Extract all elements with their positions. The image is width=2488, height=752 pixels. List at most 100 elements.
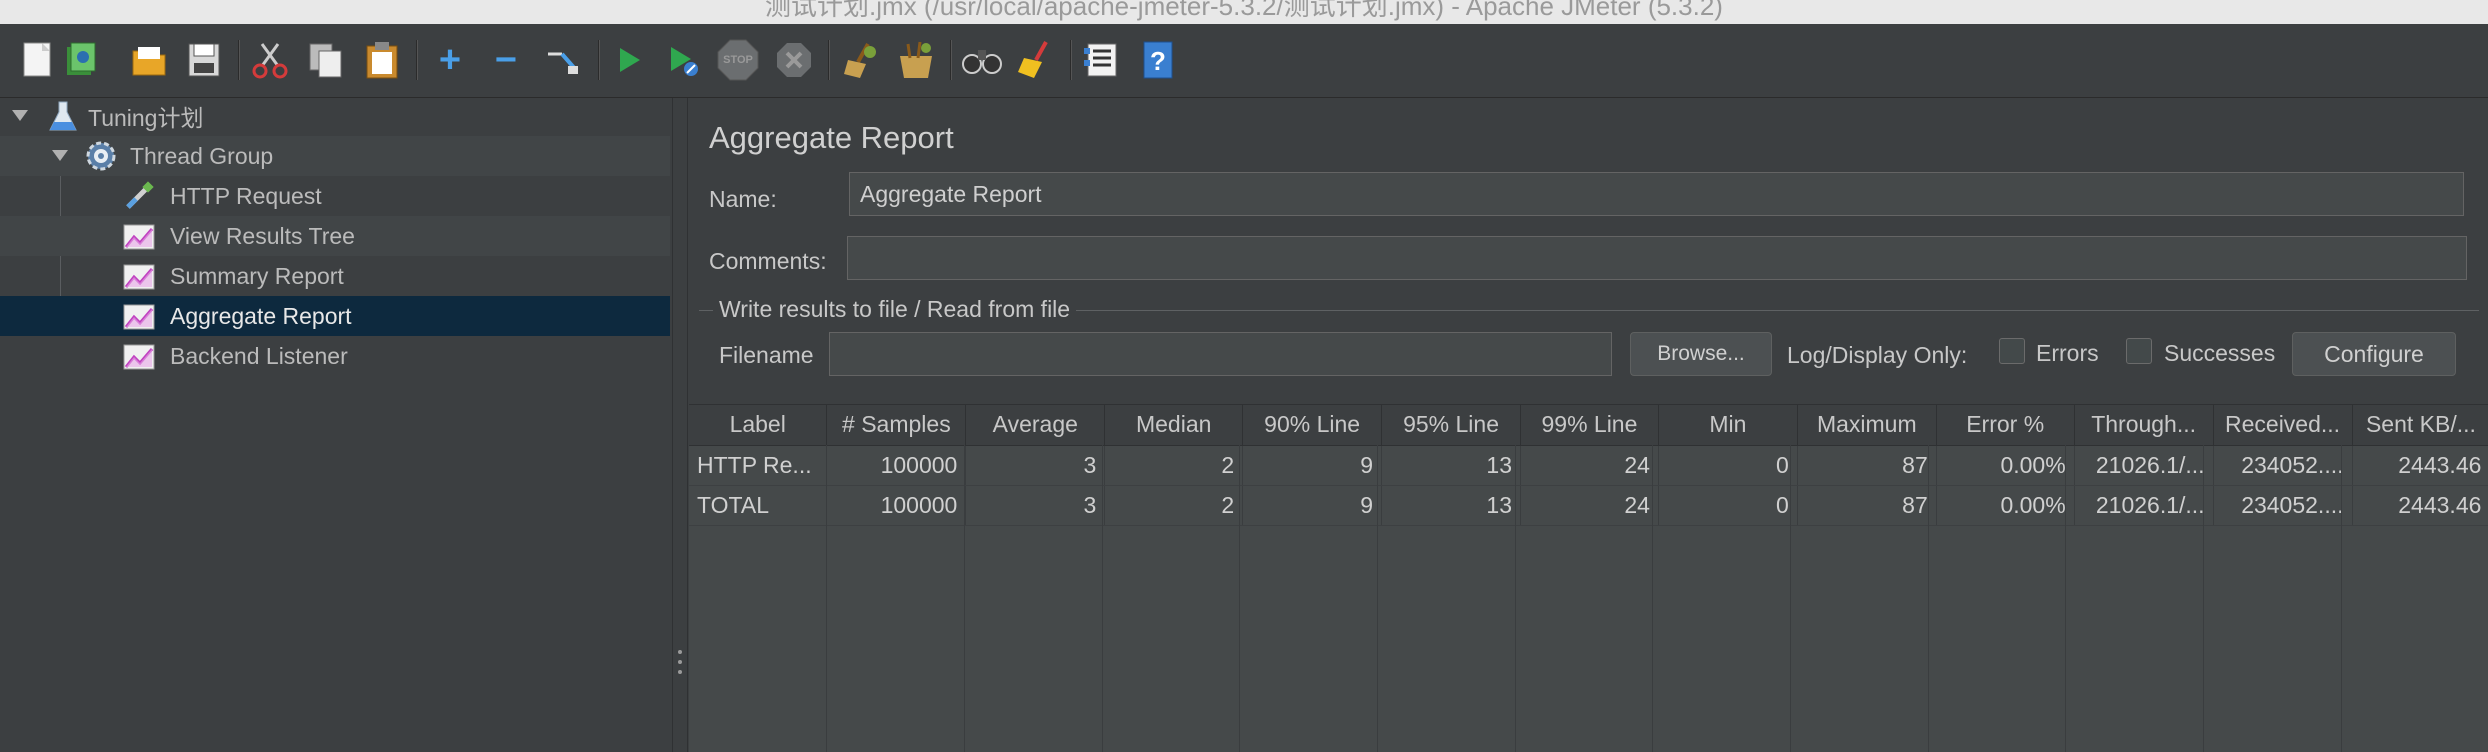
- table-row[interactable]: TOTAL 100000 3 2 9 13 24 0 87 0.00% 2102…: [689, 485, 2488, 526]
- comments-label: Comments:: [709, 248, 827, 274]
- expand-icon[interactable]: +: [428, 38, 472, 82]
- new-icon[interactable]: [16, 38, 60, 82]
- toolbar-separator: [950, 40, 952, 80]
- table-cell: 100000: [826, 485, 967, 526]
- table-cell: 0: [1658, 445, 1798, 486]
- listener-chart-icon: [122, 299, 156, 333]
- collapse-icon[interactable]: −: [484, 38, 528, 82]
- table-cell: 2443.46: [2352, 485, 2488, 526]
- log-display-label: Log/Display Only:: [1787, 342, 1968, 368]
- tree-item-label: Backend Listener: [170, 342, 348, 369]
- tree-item-test-plan[interactable]: Tuning计划: [0, 96, 670, 136]
- tree-item-view-results-tree[interactable]: View Results Tree: [0, 216, 670, 256]
- tree-item-label: Tuning计划: [88, 105, 204, 131]
- table-cell: 87: [1797, 445, 1937, 486]
- templates-icon[interactable]: [58, 38, 102, 82]
- copy-icon[interactable]: [304, 38, 348, 82]
- table-cell: 21026.1/...: [2074, 485, 2214, 526]
- browse-button[interactable]: Browse...: [1630, 332, 1772, 376]
- column-gridline: [964, 445, 965, 752]
- table-row[interactable]: HTTP Re... 100000 3 2 9 13 24 0 87 0.00%…: [689, 445, 2488, 486]
- errors-label: Errors: [2036, 340, 2099, 366]
- split-pane-divider[interactable]: [672, 98, 688, 752]
- search-icon[interactable]: [960, 38, 1004, 82]
- stop-icon[interactable]: STOP: [716, 38, 760, 82]
- shutdown-icon[interactable]: [772, 38, 816, 82]
- table-header-row: Label # Samples Average Median 90% Line …: [689, 405, 2488, 446]
- chevron-down-icon[interactable]: [52, 150, 68, 161]
- column-gridline: [1239, 445, 1240, 752]
- table-cell: 3: [965, 445, 1106, 486]
- column-header[interactable]: 90% Line: [1242, 405, 1383, 446]
- filename-field[interactable]: [829, 332, 1612, 376]
- column-gridline: [1102, 445, 1103, 752]
- window-title: 测试计划.jmx (/usr/local/apache-jmeter-5.3.2…: [765, 0, 1723, 21]
- clear-icon[interactable]: [838, 38, 882, 82]
- column-header[interactable]: Average: [965, 405, 1106, 446]
- aggregate-table: Label # Samples Average Median 90% Line …: [689, 404, 2488, 752]
- toolbar-separator: [416, 40, 418, 80]
- column-header[interactable]: # Samples: [826, 405, 967, 446]
- column-header[interactable]: Label: [689, 405, 828, 446]
- column-header[interactable]: Received...: [2213, 405, 2353, 446]
- save-icon[interactable]: [182, 38, 226, 82]
- name-field[interactable]: [849, 172, 2464, 216]
- paste-icon[interactable]: [360, 38, 404, 82]
- help-icon[interactable]: ?: [1136, 38, 1180, 82]
- column-header[interactable]: Sent KB/...: [2352, 405, 2488, 446]
- tree-item-backend-listener[interactable]: Backend Listener: [0, 336, 670, 376]
- table-cell: HTTP Re...: [689, 445, 828, 486]
- column-gridline: [1928, 445, 1929, 752]
- column-header[interactable]: Through...: [2074, 405, 2214, 446]
- tree-item-label: HTTP Request: [170, 182, 322, 209]
- tree-item-summary-report[interactable]: Summary Report: [0, 256, 670, 296]
- add-symbol: +: [438, 39, 462, 81]
- start-icon[interactable]: [606, 38, 650, 82]
- window-title-bar: 测试计划.jmx (/usr/local/apache-jmeter-5.3.2…: [0, 0, 2488, 24]
- tree-item-thread-group[interactable]: Thread Group: [0, 136, 670, 176]
- start-no-pauses-icon[interactable]: [660, 38, 704, 82]
- function-helper-icon[interactable]: [1080, 38, 1124, 82]
- table-cell: 2: [1104, 485, 1244, 526]
- errors-checkbox[interactable]: [1999, 338, 2025, 364]
- aggregate-report-panel: Aggregate Report Name: Comments: Write r…: [689, 98, 2488, 752]
- table-cell: 2443.46: [2352, 445, 2488, 486]
- column-header[interactable]: Maximum: [1797, 405, 1937, 446]
- column-header[interactable]: Error %: [1936, 405, 2075, 446]
- table-cell: TOTAL: [689, 485, 828, 526]
- column-header[interactable]: 95% Line: [1381, 405, 1521, 446]
- listener-chart-icon: [122, 219, 156, 253]
- toolbar: + − STOP ?: [0, 24, 2488, 98]
- table-cell: 234052....: [2213, 485, 2353, 526]
- table-cell: 24: [1520, 485, 1659, 526]
- filename-label: Filename: [719, 342, 814, 368]
- page-title: Aggregate Report: [709, 120, 954, 155]
- grip-dot: [678, 650, 682, 654]
- tree-item-http-request[interactable]: HTTP Request: [0, 176, 670, 216]
- successes-checkbox[interactable]: [2126, 338, 2152, 364]
- column-gridline: [1652, 445, 1653, 752]
- table-cell: 9: [1242, 485, 1383, 526]
- column-header[interactable]: Median: [1104, 405, 1244, 446]
- chevron-down-icon[interactable]: [12, 110, 28, 121]
- table-cell: 24: [1520, 445, 1659, 486]
- column-header[interactable]: 99% Line: [1520, 405, 1659, 446]
- tree-item-label: View Results Tree: [170, 222, 355, 249]
- open-icon[interactable]: [128, 38, 172, 82]
- configure-button[interactable]: Configure: [2292, 332, 2456, 376]
- listener-chart-icon: [122, 339, 156, 373]
- cut-icon[interactable]: [248, 38, 292, 82]
- column-header[interactable]: Min: [1658, 405, 1798, 446]
- tree-item-aggregate-report[interactable]: Aggregate Report: [0, 296, 670, 336]
- toolbar-separator: [828, 40, 830, 80]
- column-gridline: [2341, 445, 2342, 752]
- successes-label: Successes: [2164, 340, 2276, 366]
- name-label: Name:: [709, 186, 777, 212]
- toggle-icon[interactable]: [540, 38, 584, 82]
- comments-field[interactable]: [847, 236, 2467, 280]
- toolbar-separator: [1070, 40, 1072, 80]
- reset-search-icon[interactable]: [1014, 38, 1058, 82]
- gear-icon: [84, 139, 118, 173]
- column-gridline: [2065, 445, 2066, 752]
- clear-all-icon[interactable]: [894, 38, 938, 82]
